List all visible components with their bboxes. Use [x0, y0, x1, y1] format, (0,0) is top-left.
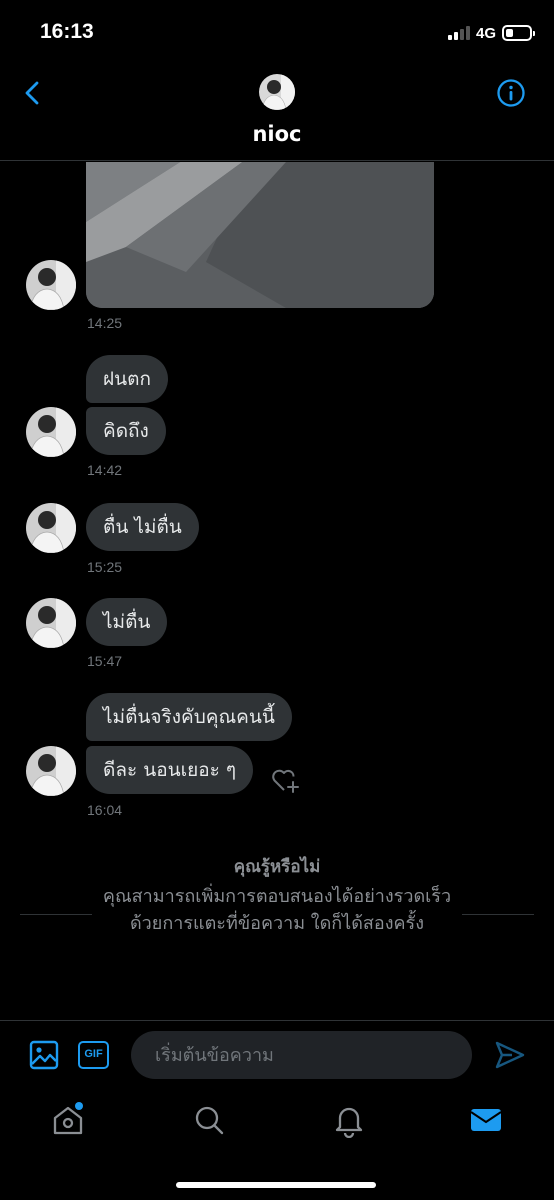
message-bubble[interactable]: ตื่น ไม่ตื่น: [86, 503, 199, 551]
back-button[interactable]: [18, 78, 48, 108]
new-content-dot: [75, 1102, 83, 1110]
message-bubble[interactable]: ดีละ นอนเยอะ ๆ: [86, 746, 254, 794]
home-indicator: [176, 1182, 376, 1188]
contact-avatar[interactable]: [259, 74, 295, 110]
status-time: 16:13: [40, 20, 94, 43]
battery-icon: [502, 25, 535, 41]
search-icon: [195, 1106, 224, 1135]
message-bubble[interactable]: คิดถึง: [86, 407, 166, 455]
media-button[interactable]: [28, 1039, 60, 1071]
nav-notifications[interactable]: [331, 1102, 367, 1139]
reaction-tip: คุณรู้หรือไม่ คุณสามารถเพิ่มการตอบสนองได…: [20, 847, 534, 937]
message-timestamp: 15:47: [87, 653, 123, 669]
sender-avatar[interactable]: [26, 746, 76, 796]
contact-name[interactable]: nioc: [0, 122, 554, 146]
message-composer: GIF: [0, 1020, 554, 1090]
status-indicators: 4G: [447, 22, 535, 44]
nav-messages[interactable]: [468, 1102, 504, 1138]
chevron-left-icon: [25, 81, 39, 105]
conversation-header: nioc: [0, 64, 554, 161]
message-bubble[interactable]: ไม่ตื่น: [86, 598, 168, 646]
tip-title: คุณรู้หรือไม่: [233, 857, 321, 877]
bottom-navigation: [0, 1090, 554, 1200]
message-timestamp: 16:04: [87, 802, 123, 818]
send-icon: [495, 1041, 525, 1069]
message-list[interactable]: 14:25 ฝนตก คิดถึง 14:42 ตื่น ไม่ตื่น 15:…: [0, 162, 554, 1020]
sender-avatar[interactable]: [26, 503, 76, 553]
message-timestamp: 14:42: [87, 462, 123, 478]
gif-button[interactable]: GIF: [78, 1041, 109, 1069]
message-timestamp: 15:25: [87, 559, 123, 575]
image-message[interactable]: [86, 162, 434, 308]
image-icon: [29, 1040, 59, 1070]
network-type: 4G: [475, 24, 496, 42]
sender-avatar[interactable]: [26, 598, 76, 648]
envelope-icon: [470, 1109, 502, 1131]
info-button[interactable]: [496, 78, 526, 108]
sender-avatar[interactable]: [26, 407, 76, 457]
message-timestamp: 14:25: [87, 315, 123, 331]
status-bar: 16:13 4G: [0, 0, 554, 64]
bell-icon: [335, 1107, 363, 1139]
send-button[interactable]: [494, 1039, 526, 1071]
message-bubble[interactable]: ฝนตก: [86, 355, 168, 403]
info-icon: [497, 79, 525, 107]
message-bubble[interactable]: ไม่ตื่นจริงคับคุณคนนี้: [86, 693, 292, 741]
heart-plus-icon: [272, 769, 299, 793]
sender-avatar[interactable]: [26, 260, 76, 310]
add-reaction-button[interactable]: [270, 765, 302, 795]
message-input[interactable]: [131, 1031, 472, 1079]
tip-body: คุณสามารถเพิ่มการตอบสนองได้อย่างรวดเร็วด…: [102, 886, 452, 934]
signal-icon: [447, 26, 470, 40]
nav-search[interactable]: [191, 1102, 227, 1138]
